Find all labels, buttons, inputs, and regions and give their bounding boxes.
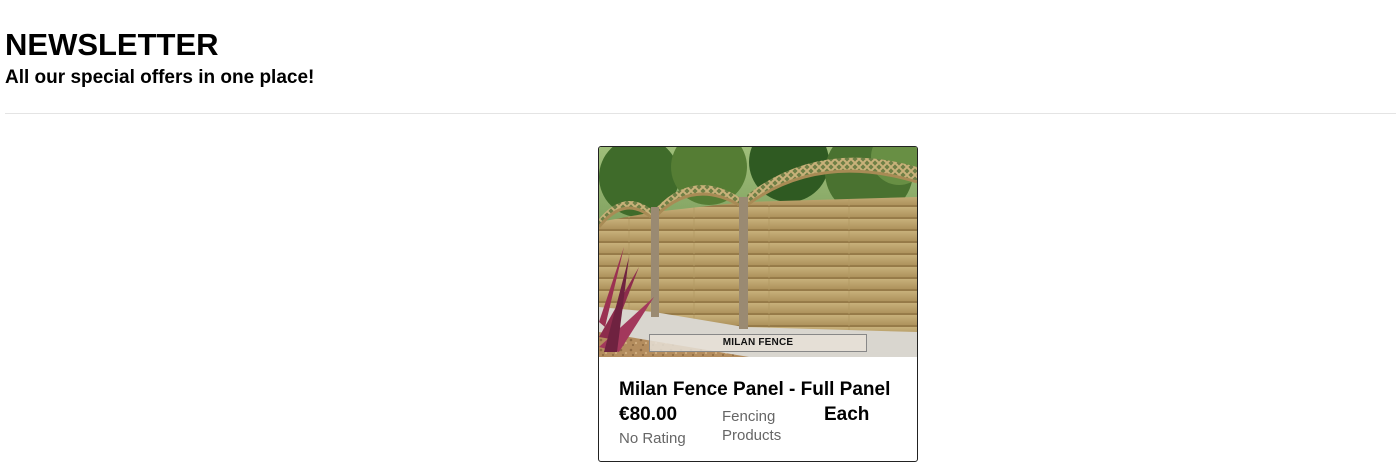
page-header: NEWSLETTER All our special offers in one…: [5, 26, 314, 90]
newsletter-page: NEWSLETTER All our special offers in one…: [0, 0, 1399, 476]
product-unit: Each: [824, 404, 870, 425]
product-price: €80.00: [619, 404, 678, 425]
product-category: Fencing Products: [722, 408, 782, 444]
page-title: NEWSLETTER: [5, 27, 219, 62]
product-card-body: Milan Fence Panel - Full Panel €80.00 No…: [619, 377, 909, 461]
product-meta: €80.00 No Rating Fencing Products Each: [619, 403, 909, 461]
product-name[interactable]: Milan Fence Panel - Full Panel: [619, 377, 909, 403]
page-subtitle: All our special offers in one place!: [5, 67, 315, 88]
product-rating: No Rating: [619, 430, 686, 447]
image-caption: MILAN FENCE: [649, 334, 867, 352]
product-card[interactable]: MILAN FENCE Milan Fence Panel - Full Pan…: [598, 146, 918, 462]
product-image[interactable]: [599, 147, 917, 357]
header-divider: [5, 113, 1396, 114]
